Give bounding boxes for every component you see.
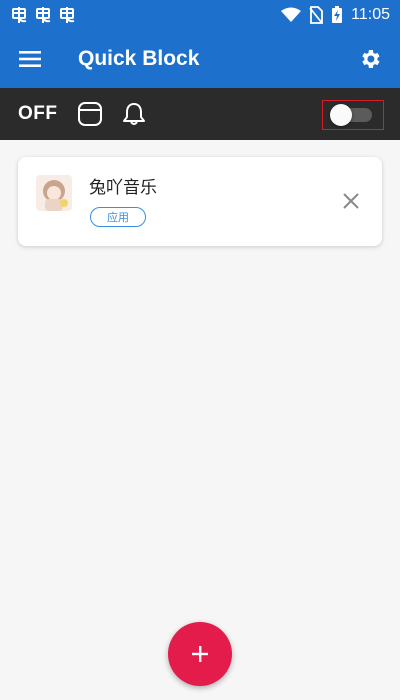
phone-frame-button[interactable] (76, 100, 104, 128)
bug-icon (36, 7, 51, 23)
wifi-icon (281, 7, 302, 22)
notification-icons (10, 6, 76, 24)
remove-app-button[interactable] (340, 190, 362, 212)
settings-button[interactable] (356, 45, 384, 73)
block-toggle-highlight (322, 100, 384, 130)
system-status: 11:05 (281, 6, 390, 24)
bug-icon (12, 7, 27, 23)
no-sim-icon (309, 6, 324, 24)
close-icon (343, 193, 359, 209)
app-bar: Quick Block (0, 30, 400, 88)
switch-knob (330, 104, 352, 126)
add-button[interactable] (168, 622, 232, 686)
blocked-app-card[interactable]: 兔吖音乐 应用 (18, 157, 382, 246)
app-avatar (36, 175, 72, 211)
gear-icon (362, 50, 380, 68)
menu-button[interactable] (16, 45, 44, 73)
hamburger-menu-icon (19, 51, 41, 67)
app-avatar-image (36, 175, 72, 211)
notification-button[interactable] (120, 100, 148, 128)
app-name: 兔吖音乐 (89, 178, 157, 198)
phone-frame-icon (77, 102, 102, 126)
bug-icon (60, 7, 75, 23)
app-title: Quick Block (78, 47, 200, 70)
battery-icon (332, 6, 343, 23)
status-bar: 11:05 (0, 0, 400, 30)
block-status-label: OFF (18, 103, 58, 124)
plus-icon (192, 646, 208, 662)
block-toggle-switch[interactable] (330, 104, 372, 126)
clock-time: 11:05 (351, 6, 390, 23)
app-type-badge: 应用 (90, 207, 146, 227)
bell-icon (122, 103, 145, 125)
